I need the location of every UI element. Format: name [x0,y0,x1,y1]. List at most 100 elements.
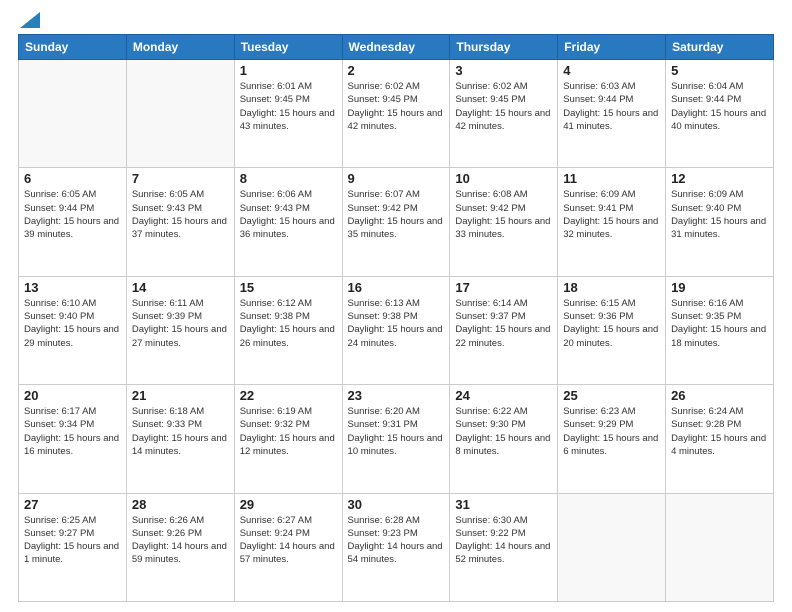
calendar-cell: 23 Sunrise: 6:20 AM Sunset: 9:31 PM Dayli… [342,385,450,493]
day-number: 3 [455,63,552,78]
page: SundayMondayTuesdayWednesdayThursdayFrid… [0,0,792,612]
day-number: 12 [671,171,768,186]
day-number: 13 [24,280,121,295]
cell-info: Sunrise: 6:07 AM Sunset: 9:42 PM Dayligh… [348,188,445,241]
day-number: 28 [132,497,229,512]
calendar-cell: 21 Sunrise: 6:18 AM Sunset: 9:33 PM Dayli… [126,385,234,493]
calendar-cell [126,60,234,168]
calendar-cell [19,60,127,168]
calendar-cell: 13Sunrise: 6:10 AM Sunset: 9:40 PM Dayli… [19,276,127,384]
cell-info: Sunrise: 6:05 AM Sunset: 9:44 PM Dayligh… [24,188,121,241]
day-number: 8 [240,171,337,186]
calendar-cell: 7 Sunrise: 6:05 AM Sunset: 9:43 PM Daylig… [126,168,234,276]
cell-info: Sunrise: 6:22 AM Sunset: 9:30 PM Dayligh… [455,405,552,458]
calendar-cell: 6 Sunrise: 6:05 AM Sunset: 9:44 PM Daylig… [19,168,127,276]
calendar-cell: 8 Sunrise: 6:06 AM Sunset: 9:43 PM Daylig… [234,168,342,276]
calendar-cell: 17 Sunrise: 6:14 AM Sunset: 9:37 PM Dayli… [450,276,558,384]
calendar-header-wednesday: Wednesday [342,35,450,60]
cell-info: Sunrise: 6:02 AM Sunset: 9:45 PM Dayligh… [455,80,552,133]
day-number: 9 [348,171,445,186]
calendar-week-5: 27 Sunrise: 6:25 AM Sunset: 9:27 PM Dayli… [19,493,774,601]
calendar-cell: 3 Sunrise: 6:02 AM Sunset: 9:45 PM Daylig… [450,60,558,168]
day-number: 24 [455,388,552,403]
cell-info: Sunrise: 6:09 AM Sunset: 9:40 PM Dayligh… [671,188,768,241]
day-number: 30 [348,497,445,512]
day-number: 19 [671,280,768,295]
day-number: 16 [348,280,445,295]
calendar-cell: 15 Sunrise: 6:12 AM Sunset: 9:38 PM Dayli… [234,276,342,384]
calendar-week-1: 1 Sunrise: 6:01 AM Sunset: 9:45 PM Daylig… [19,60,774,168]
calendar-cell [666,493,774,601]
cell-info: Sunrise: 6:05 AM Sunset: 9:43 PM Dayligh… [132,188,229,241]
day-number: 1 [240,63,337,78]
calendar-cell: 24 Sunrise: 6:22 AM Sunset: 9:30 PM Dayli… [450,385,558,493]
calendar-week-3: 13Sunrise: 6:10 AM Sunset: 9:40 PM Dayli… [19,276,774,384]
calendar-header-thursday: Thursday [450,35,558,60]
calendar-header-tuesday: Tuesday [234,35,342,60]
cell-info: Sunrise: 6:23 AM Sunset: 9:29 PM Dayligh… [563,405,660,458]
header [18,10,774,28]
calendar-cell: 31 Sunrise: 6:30 AM Sunset: 9:22 PM Dayli… [450,493,558,601]
day-number: 4 [563,63,660,78]
calendar-cell: 12 Sunrise: 6:09 AM Sunset: 9:40 PM Dayli… [666,168,774,276]
calendar-header-monday: Monday [126,35,234,60]
cell-info: Sunrise: 6:06 AM Sunset: 9:43 PM Dayligh… [240,188,337,241]
logo-line1 [18,10,40,28]
cell-info: Sunrise: 6:12 AM Sunset: 9:38 PM Dayligh… [240,297,337,350]
calendar-cell: 20 Sunrise: 6:17 AM Sunset: 9:34 PM Dayli… [19,385,127,493]
cell-info: Sunrise: 6:17 AM Sunset: 9:34 PM Dayligh… [24,405,121,458]
day-number: 21 [132,388,229,403]
cell-info: Sunrise: 6:30 AM Sunset: 9:22 PM Dayligh… [455,514,552,567]
cell-info: Sunrise: 6:24 AM Sunset: 9:28 PM Dayligh… [671,405,768,458]
cell-info: Sunrise: 6:04 AM Sunset: 9:44 PM Dayligh… [671,80,768,133]
calendar-cell: 1 Sunrise: 6:01 AM Sunset: 9:45 PM Daylig… [234,60,342,168]
day-number: 26 [671,388,768,403]
day-number: 22 [240,388,337,403]
calendar-cell: 26 Sunrise: 6:24 AM Sunset: 9:28 PM Dayli… [666,385,774,493]
day-number: 27 [24,497,121,512]
cell-info: Sunrise: 6:19 AM Sunset: 9:32 PM Dayligh… [240,405,337,458]
calendar-cell: 25 Sunrise: 6:23 AM Sunset: 9:29 PM Dayli… [558,385,666,493]
calendar-cell: 11 Sunrise: 6:09 AM Sunset: 9:41 PM Dayli… [558,168,666,276]
day-number: 5 [671,63,768,78]
calendar-week-4: 20 Sunrise: 6:17 AM Sunset: 9:34 PM Dayli… [19,385,774,493]
day-number: 29 [240,497,337,512]
calendar-cell: 16Sunrise: 6:13 AM Sunset: 9:38 PM Dayli… [342,276,450,384]
day-number: 7 [132,171,229,186]
cell-info: Sunrise: 6:20 AM Sunset: 9:31 PM Dayligh… [348,405,445,458]
calendar-cell: 28 Sunrise: 6:26 AM Sunset: 9:26 PM Dayli… [126,493,234,601]
calendar-cell: 14 Sunrise: 6:11 AM Sunset: 9:39 PM Dayli… [126,276,234,384]
cell-info: Sunrise: 6:03 AM Sunset: 9:44 PM Dayligh… [563,80,660,133]
cell-info: Sunrise: 6:08 AM Sunset: 9:42 PM Dayligh… [455,188,552,241]
cell-info: Sunrise: 6:11 AM Sunset: 9:39 PM Dayligh… [132,297,229,350]
calendar-cell: 18Sunrise: 6:15 AM Sunset: 9:36 PM Dayli… [558,276,666,384]
day-number: 20 [24,388,121,403]
calendar-cell: 19Sunrise: 6:16 AM Sunset: 9:35 PM Dayli… [666,276,774,384]
day-number: 11 [563,171,660,186]
logo [18,10,40,28]
calendar-cell: 10Sunrise: 6:08 AM Sunset: 9:42 PM Dayli… [450,168,558,276]
calendar-header-sunday: Sunday [19,35,127,60]
calendar-header-row: SundayMondayTuesdayWednesdayThursdayFrid… [19,35,774,60]
cell-info: Sunrise: 6:14 AM Sunset: 9:37 PM Dayligh… [455,297,552,350]
cell-info: Sunrise: 6:09 AM Sunset: 9:41 PM Dayligh… [563,188,660,241]
day-number: 17 [455,280,552,295]
calendar-cell: 9 Sunrise: 6:07 AM Sunset: 9:42 PM Daylig… [342,168,450,276]
cell-info: Sunrise: 6:26 AM Sunset: 9:26 PM Dayligh… [132,514,229,567]
cell-info: Sunrise: 6:01 AM Sunset: 9:45 PM Dayligh… [240,80,337,133]
cell-info: Sunrise: 6:27 AM Sunset: 9:24 PM Dayligh… [240,514,337,567]
day-number: 15 [240,280,337,295]
day-number: 23 [348,388,445,403]
calendar-header-friday: Friday [558,35,666,60]
cell-info: Sunrise: 6:18 AM Sunset: 9:33 PM Dayligh… [132,405,229,458]
calendar-cell: 2Sunrise: 6:02 AM Sunset: 9:45 PM Daylig… [342,60,450,168]
day-number: 6 [24,171,121,186]
calendar-header-saturday: Saturday [666,35,774,60]
day-number: 31 [455,497,552,512]
calendar-cell: 22 Sunrise: 6:19 AM Sunset: 9:32 PM Dayli… [234,385,342,493]
day-number: 25 [563,388,660,403]
cell-info: Sunrise: 6:25 AM Sunset: 9:27 PM Dayligh… [24,514,121,567]
day-number: 14 [132,280,229,295]
calendar-cell: 29 Sunrise: 6:27 AM Sunset: 9:24 PM Dayli… [234,493,342,601]
calendar-week-2: 6 Sunrise: 6:05 AM Sunset: 9:44 PM Daylig… [19,168,774,276]
